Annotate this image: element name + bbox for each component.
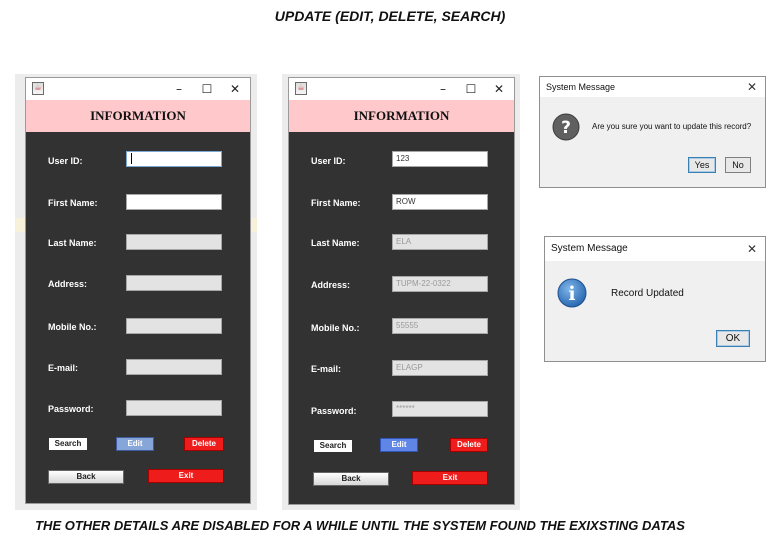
dialog-title: System Message (540, 77, 765, 97)
last-name-field (126, 234, 222, 250)
mobile-field (126, 318, 222, 334)
dialog-title: System Message (545, 237, 765, 261)
last-name-label: Last Name: (311, 238, 360, 248)
last-name-field: ELA (392, 234, 488, 250)
info-icon: i (557, 278, 587, 308)
mobile-field: 55555 (392, 318, 488, 334)
ok-button[interactable]: OK (716, 330, 750, 347)
user-id-label: User ID: (48, 156, 83, 166)
address-field: TUPM-22-0322 (392, 276, 488, 292)
information-window-2: ☕ – ☐ ✕ INFORMATION User ID: 123 First N… (288, 77, 515, 505)
user-id-field[interactable] (126, 151, 222, 167)
first-name-label: First Name: (311, 198, 361, 208)
mobile-label: Mobile No.: (48, 322, 97, 332)
close-button[interactable]: ✕ (486, 80, 512, 98)
window-titlebar: ☕ – ☐ ✕ (289, 78, 514, 100)
first-name-field[interactable]: ROW (392, 194, 488, 210)
exit-button[interactable]: Exit (412, 471, 488, 485)
edit-button[interactable]: Edit (116, 437, 154, 451)
email-field: ELAGP (392, 360, 488, 376)
form-title: INFORMATION (26, 100, 250, 132)
first-name-field[interactable] (126, 194, 222, 210)
svg-text:?: ? (561, 118, 571, 138)
maximize-button[interactable]: ☐ (458, 80, 484, 98)
dialog-message: Are you sure you want to update this rec… (592, 122, 752, 131)
java-app-icon: ☕ (295, 82, 307, 95)
dialog-message: Record Updated (611, 288, 684, 299)
email-label: E-mail: (48, 363, 79, 373)
edit-button[interactable]: Edit (380, 438, 418, 452)
delete-button[interactable]: Delete (450, 438, 488, 452)
window-titlebar: ☕ – ☐ ✕ (26, 78, 250, 100)
password-label: Password: (311, 406, 357, 416)
confirm-dialog: System Message ✕ ? Are you sure you want… (539, 76, 766, 188)
text-cursor (131, 153, 132, 165)
question-icon: ? (552, 113, 580, 141)
info-dialog: System Message ✕ i Record Updated OK (544, 236, 766, 362)
last-name-label: Last Name: (48, 238, 97, 248)
email-field (126, 359, 222, 375)
user-id-field[interactable]: 123 (392, 151, 488, 167)
mobile-label: Mobile No.: (311, 323, 360, 333)
address-label: Address: (48, 279, 88, 289)
password-field: ****** (392, 401, 488, 417)
search-button[interactable]: Search (313, 439, 353, 453)
minimize-button[interactable]: – (430, 80, 456, 98)
form-title: INFORMATION (289, 100, 514, 132)
svg-text:i: i (568, 283, 575, 305)
minimize-button[interactable]: – (166, 80, 192, 98)
information-window-1: ☕ – ☐ ✕ INFORMATION User ID: First Name:… (25, 77, 251, 504)
first-name-label: First Name: (48, 198, 98, 208)
dialog-close-button[interactable]: ✕ (747, 77, 757, 97)
address-label: Address: (311, 280, 351, 290)
exit-button[interactable]: Exit (148, 469, 224, 483)
back-button[interactable]: Back (313, 472, 389, 486)
search-button[interactable]: Search (48, 437, 88, 451)
user-id-label: User ID: (311, 156, 346, 166)
password-field (126, 400, 222, 416)
maximize-button[interactable]: ☐ (194, 80, 220, 98)
no-button[interactable]: No (725, 157, 751, 173)
email-label: E-mail: (311, 364, 342, 374)
dialog-close-button[interactable]: ✕ (747, 237, 757, 261)
address-field (126, 275, 222, 291)
close-button[interactable]: ✕ (222, 80, 248, 98)
footer-note: THE OTHER DETAILS ARE DISABLED FOR A WHI… (35, 518, 685, 533)
delete-button[interactable]: Delete (184, 437, 224, 451)
java-app-icon: ☕ (32, 82, 44, 95)
back-button[interactable]: Back (48, 470, 124, 484)
page-heading: UPDATE (EDIT, DELETE, SEARCH) (274, 8, 506, 24)
yes-button[interactable]: Yes (688, 157, 716, 173)
password-label: Password: (48, 404, 94, 414)
